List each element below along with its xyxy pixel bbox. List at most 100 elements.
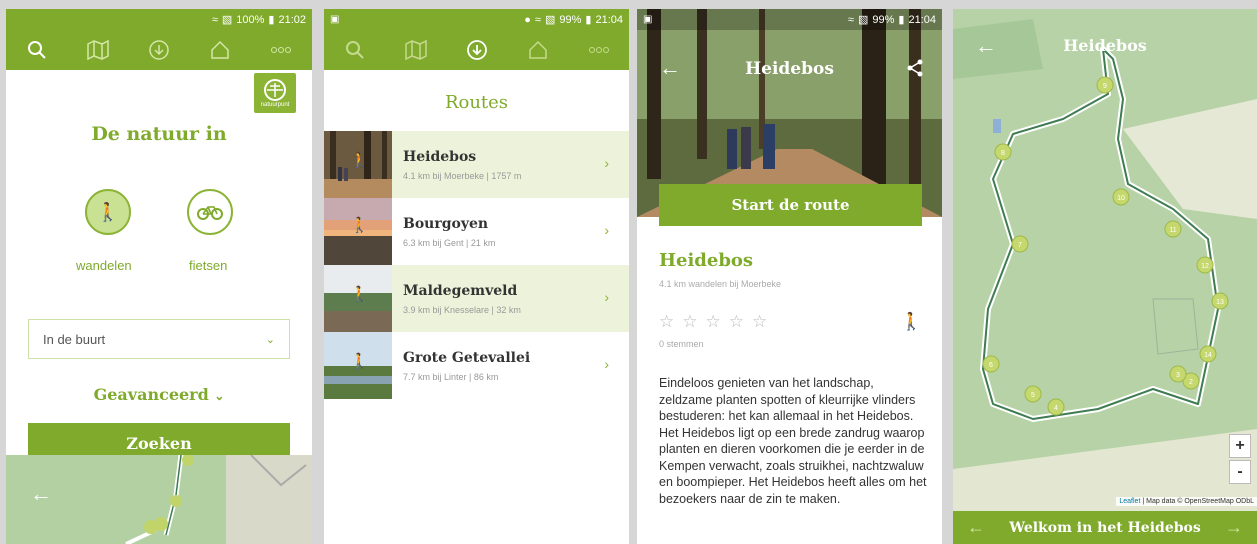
- chevron-right-icon: ›: [604, 222, 609, 238]
- more-icon[interactable]: [268, 37, 294, 63]
- hero-title: Heidebos: [745, 59, 834, 79]
- back-arrow-icon[interactable]: ←: [30, 481, 52, 507]
- signal-icon: ▧: [857, 14, 869, 26]
- battery-level: 100%: [236, 13, 265, 26]
- star-icon[interactable]: ☆: [729, 312, 744, 332]
- status-bar: ▣ ≈ ▧ 99% ▮ 21:04: [637, 9, 942, 30]
- top-nav: [324, 30, 629, 70]
- route-marker-label: 13: [1216, 299, 1224, 306]
- start-route-button[interactable]: Start de route: [659, 184, 922, 226]
- route-meta: 4.1 km bij Moerbeke | 1757 m: [403, 170, 522, 181]
- route-name: Heidebos: [403, 148, 477, 165]
- walking-icon: 🚶: [350, 353, 369, 370]
- natuurpunt-logo: natuurpunt: [254, 73, 296, 113]
- route-step-bar: ← Welkom in het Heidebos →: [953, 511, 1257, 544]
- search-icon[interactable]: [24, 37, 50, 63]
- star-icon[interactable]: ☆: [752, 312, 767, 332]
- search-icon[interactable]: [342, 37, 368, 63]
- route-marker-label: 12: [1201, 263, 1209, 270]
- home-icon[interactable]: [207, 37, 233, 63]
- next-arrow-icon[interactable]: →: [1225, 517, 1243, 538]
- route-item-heidebos[interactable]: 🚶 Heidebos 4.1 km bij Moerbeke | 1757 m …: [324, 131, 629, 198]
- advanced-toggle[interactable]: Geavanceerd ⌄: [6, 385, 312, 404]
- battery-level: 99%: [559, 13, 582, 26]
- area-select[interactable]: In de buurt ⌄: [28, 319, 290, 359]
- wifi-icon: ≈: [534, 13, 541, 26]
- page-title: Routes: [444, 92, 509, 113]
- route-meta: 6.3 km bij Gent | 21 km: [403, 237, 496, 248]
- route-marker-label: 10: [1117, 195, 1125, 202]
- walk-mode-label: wandelen: [76, 258, 132, 273]
- chevron-down-icon: ⌄: [265, 333, 275, 346]
- route-marker-label: 5: [1031, 392, 1035, 399]
- download-icon[interactable]: [146, 37, 172, 63]
- walking-icon: 🚶: [900, 312, 922, 331]
- area-select-value: In de buurt: [43, 331, 106, 347]
- walking-icon: 🚶: [350, 286, 369, 303]
- previous-arrow-icon[interactable]: ←: [967, 517, 985, 538]
- chevron-down-icon: ⌄: [214, 389, 225, 403]
- share-icon[interactable]: [906, 59, 924, 77]
- wifi-icon: ≈: [847, 13, 854, 26]
- route-thumbnail: 🚶: [324, 198, 392, 265]
- route-list: 🚶 Heidebos 4.1 km bij Moerbeke | 1757 m …: [324, 131, 629, 399]
- chevron-right-icon: ›: [604, 289, 609, 305]
- more-icon[interactable]: [586, 37, 612, 63]
- download-icon[interactable]: [464, 37, 490, 63]
- top-nav: [6, 30, 312, 70]
- wifi-icon: ≈: [211, 13, 218, 26]
- battery-icon: ▮: [268, 14, 275, 26]
- map-icon[interactable]: [403, 37, 429, 63]
- route-marker-label: 4: [1054, 405, 1058, 412]
- location-icon: ●: [524, 13, 531, 26]
- route-item-grote-getevallei[interactable]: 🚶 Grote Getevallei 7.7 km bij Linter | 8…: [324, 332, 629, 399]
- star-icon[interactable]: ☆: [706, 312, 721, 332]
- map-screen: 9 8 10 7 11 12 13 14 6 5 4 2 3 ← Heidebos + - Leafle…: [953, 9, 1257, 544]
- rating-stars[interactable]: ☆ ☆ ☆ ☆ ☆: [659, 312, 767, 332]
- walking-icon: 🚶: [96, 201, 120, 222]
- routes-screen: ▣ ● ≈ ▧ 99% ▮ 21:04 Routes 🚶 Heidebos 4.…: [324, 9, 629, 544]
- bike-mode-button[interactable]: [187, 189, 233, 235]
- screenshot-collage: ≈ ▧ 100% ▮ 21:02 natuurpunt De natuur in…: [0, 0, 1257, 544]
- page-title: De natuur in: [91, 123, 227, 145]
- route-marker-label: 11: [1169, 227, 1176, 234]
- map-icon[interactable]: [85, 37, 111, 63]
- route-meta: 4.1 km wandelen bij Moerbeke: [659, 279, 782, 289]
- route-marker-label: 9: [1103, 83, 1107, 90]
- map-attribution: Leaflet | Map data © OpenStreetMap ODbL: [1116, 497, 1257, 506]
- battery-icon: ▮: [898, 14, 905, 26]
- home-icon[interactable]: [525, 37, 551, 63]
- route-name: Bourgoyen: [403, 215, 489, 232]
- map-title: Heidebos: [1063, 36, 1147, 55]
- route-item-bourgoyen[interactable]: 🚶 Bourgoyen 6.3 km bij Gent | 21 km ›: [324, 198, 629, 265]
- bike-mode-label: fietsen: [189, 258, 228, 273]
- route-item-maldegemveld[interactable]: 🚶 Maldegemveld 3.9 km bij Knesselare | 3…: [324, 265, 629, 332]
- route-meta: 7.7 km bij Linter | 86 km: [403, 371, 499, 382]
- star-icon[interactable]: ☆: [682, 312, 697, 332]
- image-notification-icon: ▣: [330, 14, 340, 25]
- route-marker-label: 3: [1176, 372, 1180, 379]
- clock: 21:04: [908, 13, 936, 26]
- route-description: Eindeloos genieten van het landschap, ze…: [659, 376, 927, 506]
- leaflet-link[interactable]: Leaflet: [1119, 498, 1140, 505]
- route-thumbnail: 🚶: [324, 265, 392, 332]
- walking-icon: 🚶: [350, 152, 369, 169]
- walk-mode-button[interactable]: 🚶: [85, 189, 131, 235]
- status-bar: ≈ ▧ 100% ▮ 21:02: [6, 9, 312, 30]
- zoom-in-button[interactable]: +: [1229, 434, 1251, 458]
- map-preview-overlap: ←: [6, 455, 312, 544]
- route-thumbnail: 🚶: [324, 131, 392, 198]
- route-title: Heidebos: [659, 250, 754, 271]
- status-bar: ▣ ● ≈ ▧ 99% ▮ 21:04: [324, 9, 629, 30]
- home-screen: ≈ ▧ 100% ▮ 21:02 natuurpunt De natuur in…: [6, 9, 312, 544]
- zoom-out-button[interactable]: -: [1229, 460, 1251, 484]
- route-marker-label: 6: [989, 362, 993, 369]
- route-map[interactable]: 9 8 10 7 11 12 13 14 6 5 4 2 3: [953, 9, 1257, 544]
- signal-icon: ▧: [221, 14, 233, 26]
- chevron-right-icon: ›: [604, 155, 609, 171]
- route-name: Maldegemveld: [403, 282, 518, 299]
- clock: 21:04: [595, 13, 623, 26]
- walking-icon: 🚶: [350, 217, 369, 234]
- battery-icon: ▮: [585, 14, 592, 26]
- star-icon[interactable]: ☆: [659, 312, 674, 332]
